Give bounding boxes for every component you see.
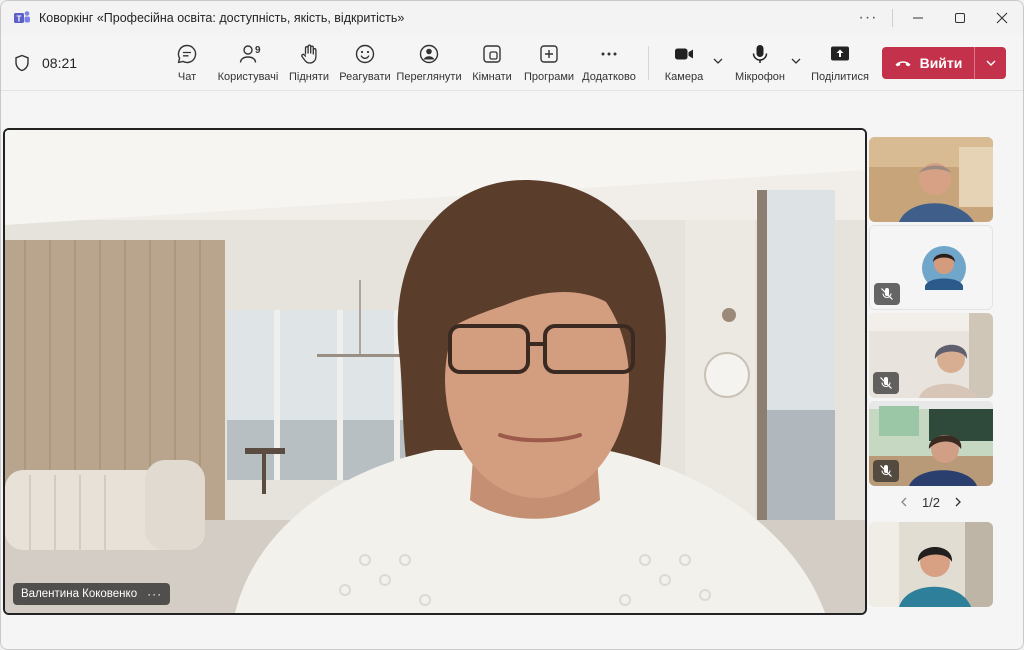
camera-options-chevron-icon[interactable]	[712, 55, 724, 67]
participant-tile-1[interactable]	[869, 137, 993, 222]
raise-hand-label: Підняти	[289, 71, 329, 83]
share-label: Поділитися	[811, 71, 869, 83]
teams-app-icon: T	[14, 11, 30, 24]
raise-hand-icon	[301, 44, 317, 64]
apps-label: Програми	[523, 71, 575, 83]
camera-button[interactable]: Камера	[663, 41, 705, 87]
pager-label: 1/2	[921, 494, 941, 510]
rooms-button[interactable]: Кімнати	[471, 41, 513, 87]
window-controls: ···	[848, 1, 1023, 35]
smile-icon	[355, 44, 375, 64]
maximize-icon	[955, 13, 965, 23]
toolbar-divider	[648, 46, 649, 80]
people-button[interactable]: 9 Користувачі	[217, 41, 279, 87]
participant-tile-5[interactable]	[869, 522, 993, 607]
shield-icon[interactable]	[13, 54, 31, 72]
people-label: Користувачі	[217, 71, 279, 83]
speaker-video-frame	[5, 130, 865, 613]
close-icon	[996, 12, 1008, 24]
speaker-more-button[interactable]: ···	[147, 587, 162, 601]
participant-tile-4[interactable]	[869, 401, 993, 486]
rooms-label: Кімнати	[472, 71, 512, 83]
mic-off-icon	[880, 465, 892, 477]
mic-off-icon	[881, 288, 893, 300]
view-button[interactable]: Переглянути	[396, 41, 462, 87]
speaker-name-tag: Валентина Коковенко ···	[13, 583, 171, 605]
react-button[interactable]: Реагувати	[339, 41, 391, 87]
mic-off-icon	[880, 377, 892, 389]
microphone-icon	[752, 45, 768, 63]
leave-button-group: Вийти	[882, 47, 1006, 79]
participants-pager: 1/2	[869, 492, 993, 512]
minimize-button[interactable]	[897, 1, 939, 35]
divider	[892, 9, 893, 27]
view-icon	[419, 44, 439, 64]
share-button[interactable]: Поділитися	[811, 41, 869, 87]
apps-button[interactable]: Програми	[523, 41, 575, 87]
svg-text:T: T	[17, 15, 22, 24]
share-icon	[831, 46, 849, 61]
teams-meeting-window: T Коворкінг «Професійна освіта: доступні…	[0, 0, 1024, 650]
chevron-down-icon	[986, 60, 995, 66]
view-label: Переглянути	[396, 71, 462, 83]
participant-video-1	[869, 137, 993, 222]
participant-video-5	[869, 522, 993, 607]
apps-plus-icon	[540, 45, 558, 63]
muted-indicator-3	[873, 372, 899, 394]
leave-label: Вийти	[919, 55, 963, 71]
chevron-right-icon[interactable]	[952, 496, 964, 508]
leave-options-button[interactable]	[975, 47, 1006, 79]
chevron-left-icon[interactable]	[898, 496, 910, 508]
close-button[interactable]	[981, 1, 1023, 35]
raise-hand-button[interactable]: Підняти	[289, 41, 329, 87]
participant-tile-3[interactable]	[869, 313, 993, 398]
chat-label: Чат	[177, 71, 197, 83]
meeting-stage: Валентина Коковенко ··· 1/2	[1, 92, 1023, 649]
chat-icon	[177, 44, 197, 64]
window-title: Коворкінг «Професійна освіта: доступніст…	[39, 11, 405, 25]
microphone-options-chevron-icon[interactable]	[790, 55, 802, 67]
react-label: Реагувати	[339, 71, 391, 83]
meeting-timer: 08:21	[42, 55, 78, 71]
microphone-label: Мікрофон	[735, 71, 785, 83]
camera-label: Камера	[664, 71, 704, 83]
meeting-toolbar: 08:21 Чат 9 Користувачі Підняти Реагуват…	[1, 35, 1023, 91]
participant-tile-2[interactable]	[869, 225, 993, 310]
main-speaker-video[interactable]: Валентина Коковенко ···	[3, 128, 867, 615]
chat-button[interactable]: Чат	[173, 41, 201, 87]
more-label: Додатково	[582, 71, 636, 83]
more-icon	[601, 52, 617, 56]
speaker-name: Валентина Коковенко	[21, 588, 138, 600]
muted-indicator-2	[874, 283, 900, 305]
microphone-button[interactable]: Мікрофон	[732, 41, 788, 87]
camera-icon	[675, 48, 693, 60]
minimize-icon	[913, 17, 923, 19]
maximize-button[interactable]	[939, 1, 981, 35]
rooms-icon	[483, 45, 501, 63]
title-bar: T Коворкінг «Професійна освіта: доступні…	[1, 1, 1023, 35]
hang-up-icon	[895, 61, 911, 67]
leave-button[interactable]: Вийти	[882, 47, 974, 79]
people-count: 9	[255, 45, 261, 56]
muted-indicator-4	[873, 460, 899, 482]
window-more-button[interactable]: ···	[848, 1, 888, 35]
more-button[interactable]: Додатково	[581, 41, 637, 87]
